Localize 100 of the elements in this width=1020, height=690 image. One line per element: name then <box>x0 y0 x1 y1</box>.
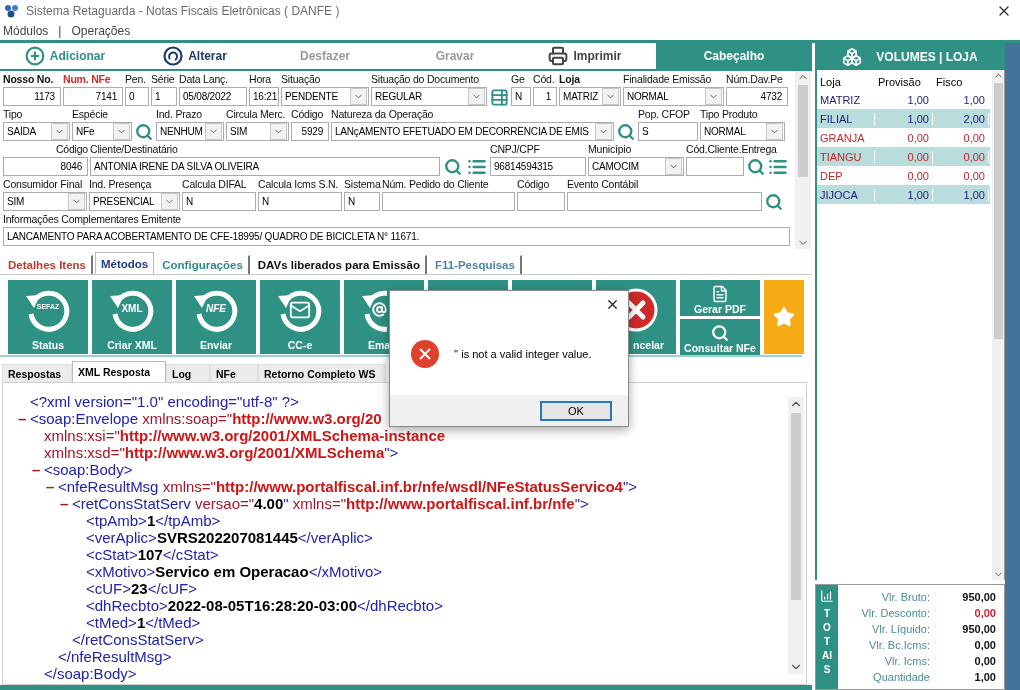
total-label: Vlr. Líquido: <box>870 623 930 635</box>
select-field[interactable]: REGULAR <box>371 87 487 106</box>
pdf-file-icon <box>711 285 729 303</box>
input-field[interactable]: S <box>638 122 698 141</box>
input-field[interactable] <box>382 192 515 211</box>
tab[interactable]: Log <box>166 364 210 382</box>
close-icon[interactable] <box>605 297 620 312</box>
select-field[interactable]: MATRIZ <box>559 87 621 106</box>
search-icon[interactable] <box>765 193 783 211</box>
field-label: Consumidor Final <box>3 177 83 192</box>
select-field[interactable]: PRESENCIAL <box>89 192 180 211</box>
input-field[interactable]: 1 <box>533 87 557 106</box>
input-field[interactable]: 1 <box>151 87 177 106</box>
field-label: CNPJ/CPF <box>490 142 540 157</box>
input-field[interactable]: 16:21: <box>249 87 279 106</box>
input-field[interactable]: N <box>182 192 256 211</box>
field-label: Núm. Pedido do Cliente <box>382 177 489 192</box>
input-field[interactable]: ANTONIA IRENE DA SILVA OLIVEIRA <box>90 157 440 176</box>
select-field[interactable]: SIM <box>3 192 87 211</box>
toolbar-button[interactable]: Adicionar <box>0 43 130 69</box>
input-field[interactable]: N <box>258 192 342 211</box>
input-field[interactable]: 8046 <box>3 157 88 176</box>
tab[interactable]: XML Resposta <box>72 361 166 382</box>
tab[interactable]: NFe <box>210 364 258 382</box>
menu-item[interactable]: Módulos <box>3 24 49 38</box>
search-icon[interactable] <box>617 123 635 141</box>
field-label: Cód.Cliente.Entrega <box>686 142 777 157</box>
input-field[interactable]: 96814594315 <box>490 157 586 176</box>
menu-item[interactable]: Operações <box>71 24 131 38</box>
input-field[interactable]: LANCAMENTO PARA ACOBERTAMENTO DE CFE-18995/ QUADRO DE BICICLETA N° 11671. <box>3 227 790 246</box>
select-field[interactable]: PENDENTE <box>281 87 369 106</box>
input-field[interactable]: 7141 <box>63 87 123 106</box>
field-label: Num. NFe <box>63 72 111 87</box>
list-icon[interactable] <box>768 157 788 177</box>
input-field[interactable]: 1173 <box>3 87 61 106</box>
action-tile[interactable]: Gerar PDF <box>680 280 760 316</box>
favorite-tile[interactable] <box>764 280 804 354</box>
input-field[interactable] <box>686 157 744 176</box>
xml-line: <?xml version="1.0" encoding="utf-8" ?> <box>30 393 299 410</box>
input-field[interactable] <box>567 192 762 211</box>
list-icon[interactable] <box>467 157 487 177</box>
select-field[interactable]: NORMAL <box>700 122 785 141</box>
input-field[interactable]: N <box>511 87 531 106</box>
icon-text: NFE <box>205 303 227 314</box>
plus-icon <box>24 46 45 66</box>
window-title: Sistema Retaguarda - Notas Fiscais Eletrônicas ( DANFE ) <box>26 4 340 18</box>
toolbar-button[interactable]: Alterar <box>130 43 260 69</box>
search-icon[interactable] <box>747 158 765 176</box>
xml-line: <xMotivo>Servico em Operacao</xMotivo> <box>86 563 382 580</box>
select-field[interactable]: CAMOCIM <box>588 157 684 176</box>
search-icon[interactable] <box>135 123 153 141</box>
tab[interactable]: Retorno Completo WS <box>258 364 386 382</box>
xml-line: <cUF>23</cUF> <box>86 580 197 597</box>
total-value: 0,00 <box>973 655 996 667</box>
field-label: Cliente/Destinatário <box>90 142 178 157</box>
total-label: Vlr. Icms: <box>883 655 930 667</box>
table-row[interactable]: TIANGU 0,00 0,00 <box>817 147 990 166</box>
total-value: 950,00 <box>961 591 996 603</box>
table-cell: 0,00 <box>933 131 989 144</box>
document-list-icon[interactable] <box>489 87 509 107</box>
ok-button[interactable]: OK <box>540 400 612 421</box>
select-field[interactable]: NENHUM <box>156 122 224 141</box>
field-label: Calcula DIFAL <box>182 177 247 192</box>
select-field[interactable]: NORMAL <box>623 87 724 106</box>
input-field[interactable]: 5929 <box>291 122 329 141</box>
collapse-toggle[interactable]: – <box>60 495 72 512</box>
input-field[interactable] <box>517 192 565 211</box>
scrollbar[interactable] <box>992 70 1004 580</box>
action-tile[interactable]: Consultar NFe <box>680 319 760 355</box>
collapse-toggle[interactable]: – <box>46 478 58 495</box>
collapse-toggle[interactable]: – <box>18 410 30 427</box>
select-field[interactable]: SIM <box>226 122 289 141</box>
input-field[interactable]: 4732 <box>726 87 788 106</box>
tab[interactable]: Respostas <box>2 364 72 382</box>
collapse-toggle[interactable]: – <box>32 461 44 478</box>
column-header: Fisco <box>933 75 991 88</box>
action-tile[interactable]: CC-e <box>260 280 340 354</box>
field-label: Município <box>588 142 632 157</box>
field-label: Série <box>151 72 175 87</box>
select-field[interactable]: LANçAMENTO EFETUADO EM DECORRÊNCIA DE EMIS <box>331 122 614 141</box>
toolbar-button[interactable]: Imprimir <box>520 43 650 69</box>
select-field[interactable]: SAÍDA <box>3 122 70 141</box>
table-row[interactable]: JIJOCA 1,00 1,00 <box>817 185 990 204</box>
field-label: Ge <box>511 72 525 87</box>
input-field[interactable]: 05/08/2022 <box>179 87 247 106</box>
totals-title: TOTAIS <box>822 607 832 677</box>
chart-icon <box>820 589 834 603</box>
search-icon[interactable] <box>444 158 462 176</box>
field-label: Nosso No. <box>3 72 54 87</box>
input-field[interactable]: 0 <box>125 87 149 106</box>
field-label: Data Lanç. <box>179 72 228 87</box>
action-tile[interactable]: NFE Enviar <box>176 280 256 354</box>
header-tab[interactable]: Cabeçalho <box>656 43 812 69</box>
tab[interactable]: Métodos <box>95 252 155 274</box>
select-field[interactable]: NFe <box>72 122 132 141</box>
field-label: Código <box>291 107 324 122</box>
input-field[interactable]: N <box>344 192 380 211</box>
table-row[interactable]: FILIAL 1,00 2,00 <box>817 109 990 128</box>
scrollbar[interactable] <box>788 397 804 674</box>
action-tile[interactable]: XML Criar XML <box>92 280 172 354</box>
